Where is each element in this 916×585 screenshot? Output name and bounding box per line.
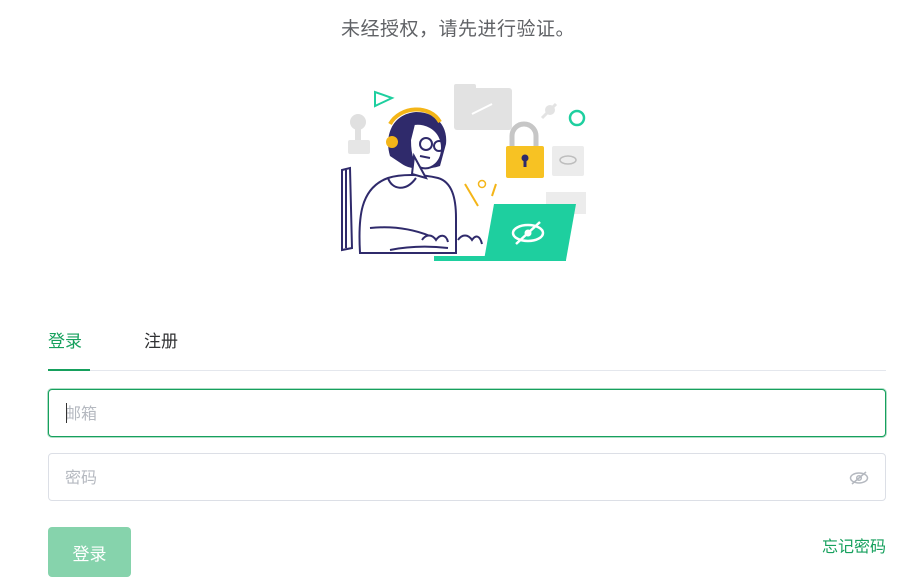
active-tab-indicator: [48, 369, 90, 371]
triangle-icon: [374, 90, 395, 108]
auth-notice: 未经授权，请先进行验证。: [340, 18, 575, 40]
password-field-wrapper: [48, 453, 886, 501]
unauthorized-illustration: [341, 84, 586, 261]
ring-icon: [568, 109, 586, 127]
folder-icon: [454, 84, 512, 130]
auth-tabs: 登录 注册: [48, 318, 886, 371]
key-icon-right: [540, 102, 558, 120]
forgot-password-link[interactable]: 忘记密码: [822, 533, 886, 557]
password-input[interactable]: [49, 454, 885, 500]
login-button[interactable]: 登录: [48, 527, 131, 577]
email-field-wrapper: [48, 389, 886, 437]
person-head: [386, 107, 447, 180]
tab-login[interactable]: 登录: [48, 327, 82, 352]
chair: [341, 166, 354, 252]
email-input[interactable]: [49, 390, 885, 436]
eye-slash-icon[interactable]: [849, 470, 869, 486]
text-caret: [66, 403, 67, 423]
tab-register[interactable]: 注册: [144, 327, 178, 352]
lock-icon: [506, 121, 544, 178]
